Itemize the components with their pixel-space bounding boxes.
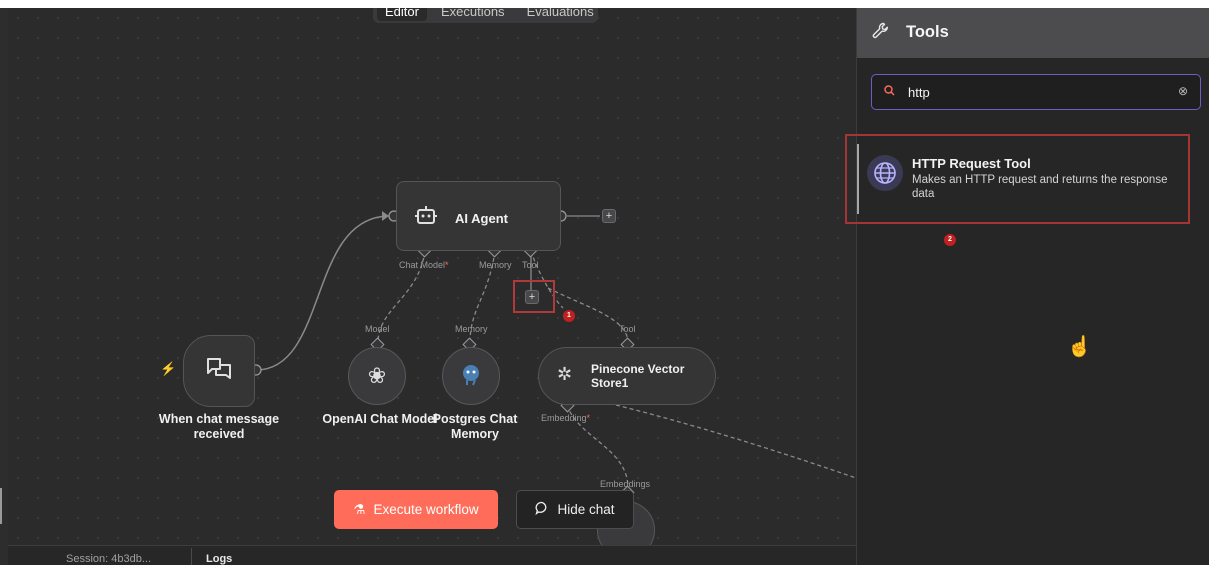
postgres-elephant-icon [459,362,483,391]
result-description: Makes an HTTP request and returns the re… [912,174,1168,200]
postgres-memory-node[interactable] [442,347,500,405]
pinecone-label: Pinecone Vector Store1 [591,362,685,390]
hide-chat-label: Hide chat [557,502,615,517]
pinecone-icon: ✲ [557,364,573,384]
globe-icon [867,155,903,191]
embedding-port-label: Embedding* [541,413,590,423]
wrench-icon [872,22,890,45]
tool-search-input[interactable]: http ⊗ [871,74,1201,110]
model-port-label: Model [365,324,390,334]
add-tool-plus-button[interactable]: + [525,290,539,304]
openai-icon: ❀ [367,363,387,388]
execute-workflow-button[interactable]: ⚗ Execute workflow [334,490,498,529]
embeddings-port-label: Embeddings [600,479,651,489]
http-request-tool-item[interactable]: HTTP Request Tool Makes an HTTP request … [845,134,1190,358]
port-chat-model-label: Chat Model* [399,260,449,270]
flask-icon: ⚗ [353,501,366,517]
port-chat-model-text: Chat Model [399,260,446,270]
postgres-label: Postgres Chat Memory [432,412,518,441]
panel-header: Tools [857,8,1209,58]
panel-title: Tools [906,23,949,41]
required-mark: * [445,260,449,270]
hide-chat-button[interactable]: Hide chat [516,490,634,529]
search-icon [884,85,895,99]
openai-chat-model-node[interactable]: ❀ [348,347,406,405]
port-tool-label: Tool [522,260,539,270]
chat-bubble-icon [535,501,549,518]
app-window: Editor Executions Evaluations + AI Agent… [0,8,1209,565]
ai-agent-title: AI Agent [455,211,508,226]
openai-label: OpenAI Chat Model [322,412,438,426]
ai-agent-node[interactable]: AI Agent [396,181,561,251]
connection-wires [250,210,856,500]
search-value: http [908,85,930,100]
selection-bar [857,144,859,214]
chat-resize-handle[interactable] [0,488,2,524]
tools-panel: Tools http ⊗ HTTP Request Tool Makes an … [845,8,1209,565]
memory-port-label: Memory [455,324,488,334]
result-title: HTTP Request Tool [912,156,1031,171]
embedding-port-text: Embedding [541,413,587,423]
tool-port-label: Tool [619,324,636,334]
agent-output-plus-button[interactable]: + [602,209,616,223]
clear-search-icon[interactable]: ⊗ [1178,84,1188,98]
step-badge-2: 2 [944,234,956,246]
step-badge-1: 1 [563,310,575,322]
trigger-bolt-icon: ⚡ [160,361,177,376]
port-memory-label: Memory [479,260,512,270]
session-id: Session: 4b3db... [66,553,152,565]
workflow-canvas[interactable]: Editor Executions Evaluations + AI Agent… [8,8,856,559]
logs-divider [191,548,192,565]
robot-icon [415,204,437,232]
chat-bubbles-icon [205,356,233,387]
required-mark: * [586,413,591,423]
logs-bar: Session: 4b3db... Logs [8,545,856,565]
pinecone-vector-store-node[interactable]: ✲ Pinecone Vector Store1 [538,347,716,405]
chat-trigger-label: When chat message received [158,412,280,441]
chat-trigger-node[interactable] [183,335,255,407]
logs-tab[interactable]: Logs [206,553,232,565]
execute-workflow-label: Execute workflow [373,502,479,517]
hand-cursor-icon: ☝ [1067,336,1092,358]
